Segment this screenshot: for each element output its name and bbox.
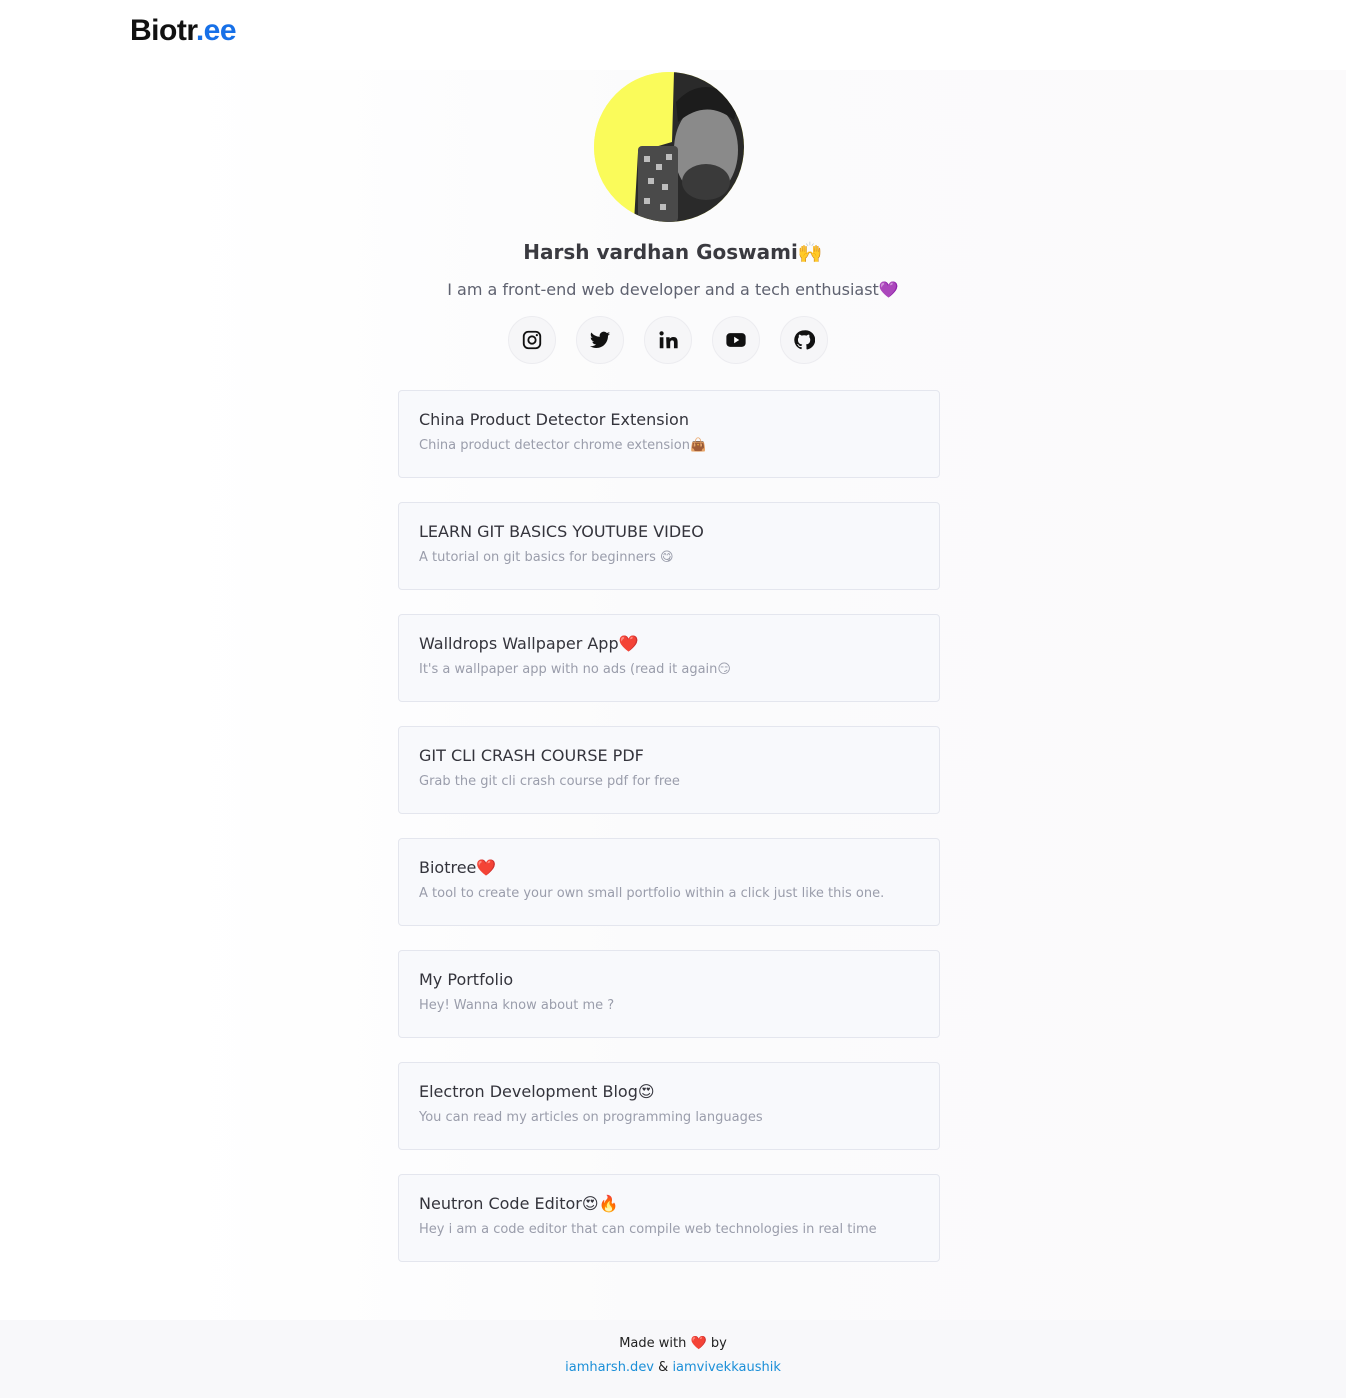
- avatar: [594, 72, 744, 222]
- footer: Made with ❤️ by iamharsh.dev & iamvivekk…: [0, 1320, 1346, 1398]
- link-description: It's a wallpaper app with no ads (read i…: [419, 662, 731, 677]
- profile-name: Harsh vardhan Goswami🙌: [523, 240, 823, 264]
- footer-made-with: Made with ❤️ by: [0, 1336, 1346, 1351]
- footer-made-suffix: by: [710, 1336, 727, 1351]
- link-description: You can read my articles on programming …: [419, 1110, 763, 1125]
- github-link[interactable]: [780, 316, 828, 364]
- link-title: LEARN GIT BASICS YOUTUBE VIDEO: [419, 522, 704, 541]
- link-card-china-product-detector[interactable]: China Product Detector Extension China p…: [398, 390, 940, 478]
- link-card-neutron-editor[interactable]: Neutron Code Editor😍🔥 Hey i am a code ed…: [398, 1174, 940, 1262]
- link-title: My Portfolio: [419, 970, 514, 989]
- linkedin-link[interactable]: [644, 316, 692, 364]
- brand-logo[interactable]: Biotr.ee: [130, 14, 237, 48]
- heart-icon: ❤️: [690, 1336, 707, 1351]
- link-card-walldrops[interactable]: Walldrops Wallpaper App❤️ It's a wallpap…: [398, 614, 940, 702]
- footer-credits: iamharsh.dev & iamvivekkaushik: [0, 1360, 1346, 1375]
- youtube-link[interactable]: [712, 316, 760, 364]
- link-description: A tool to create your own small portfoli…: [419, 886, 885, 901]
- link-description: Hey i am a code editor that can compile …: [419, 1222, 877, 1237]
- link-title: Walldrops Wallpaper App❤️: [419, 634, 639, 653]
- linkedin-icon: [659, 331, 678, 349]
- footer-separator: &: [658, 1360, 669, 1375]
- link-card-biotree[interactable]: Biotree❤️ A tool to create your own smal…: [398, 838, 940, 926]
- instagram-link[interactable]: [508, 316, 556, 364]
- brand-name-accent: .ee: [195, 14, 237, 47]
- link-title: Neutron Code Editor😍🔥: [419, 1194, 619, 1213]
- link-title: Biotree❤️: [419, 858, 497, 877]
- profile-bio: I am a front-end web developer and a tec…: [447, 280, 899, 299]
- footer-made-prefix: Made with: [619, 1336, 687, 1351]
- link-card-electron-blog[interactable]: Electron Development Blog😍 You can read …: [398, 1062, 940, 1150]
- link-list: China Product Detector Extension China p…: [398, 390, 940, 1286]
- link-card-portfolio[interactable]: My Portfolio Hey! Wanna know about me ?: [398, 950, 940, 1038]
- link-description: Hey! Wanna know about me ?: [419, 998, 615, 1013]
- author-link-iamvivekkaushik[interactable]: iamvivekkaushik: [672, 1360, 780, 1375]
- link-description: Grab the git cli crash course pdf for fr…: [419, 774, 680, 789]
- twitter-link[interactable]: [576, 316, 624, 364]
- link-description: A tutorial on git basics for beginners 😋: [419, 550, 674, 565]
- link-description: China product detector chrome extension👜: [419, 438, 707, 453]
- github-icon: [794, 330, 815, 350]
- brand-name-main: Biotr: [130, 14, 196, 47]
- twitter-icon: [589, 331, 611, 348]
- avatar-photo: [594, 72, 744, 222]
- link-card-git-cli-pdf[interactable]: GIT CLI CRASH COURSE PDF Grab the git cl…: [398, 726, 940, 814]
- link-title: Electron Development Blog😍: [419, 1082, 655, 1101]
- link-card-learn-git-basics[interactable]: LEARN GIT BASICS YOUTUBE VIDEO A tutoria…: [398, 502, 940, 590]
- instagram-icon: [522, 330, 542, 350]
- link-title: GIT CLI CRASH COURSE PDF: [419, 746, 644, 765]
- youtube-icon: [726, 333, 746, 347]
- author-link-iamharsh[interactable]: iamharsh.dev: [565, 1360, 654, 1375]
- social-links: [508, 316, 828, 364]
- link-title: China Product Detector Extension: [419, 410, 689, 429]
